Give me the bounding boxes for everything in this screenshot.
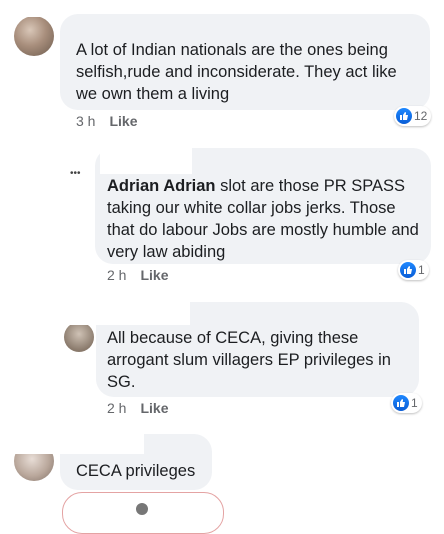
comment-text: All because of CECA, giving these arroga… <box>107 329 391 391</box>
next-comment-icon <box>136 503 148 515</box>
like-button[interactable]: Like <box>140 267 168 283</box>
reaction-count-value: 1 <box>411 396 418 410</box>
reaction-count[interactable]: 12 <box>394 106 432 126</box>
avatar-dots: ••• <box>70 168 81 179</box>
reaction-count-value: 12 <box>414 109 428 123</box>
comment-text: Adrian Adrian slot are those PR SPASS ta… <box>107 175 421 263</box>
avatar[interactable] <box>64 322 94 352</box>
redacted-name <box>14 0 54 17</box>
comment-author[interactable]: Adrian Adrian <box>107 177 215 195</box>
comment-meta: 2 h Like <box>107 267 168 283</box>
like-button[interactable]: Like <box>140 400 168 416</box>
comment-meta: 2 h Like <box>107 400 168 416</box>
redacted-name <box>60 302 190 325</box>
comment-time[interactable]: 2 h <box>107 267 126 283</box>
comment-time[interactable]: 3 h <box>76 113 95 129</box>
comment-meta: 3 h Like <box>76 113 137 129</box>
like-button[interactable]: Like <box>109 113 137 129</box>
comment-text: CECA privileges <box>76 462 196 480</box>
avatar[interactable] <box>14 16 54 56</box>
like-thumb-icon <box>396 108 412 124</box>
like-thumb-icon <box>393 395 409 411</box>
reaction-count[interactable]: 1 <box>391 393 422 413</box>
reaction-count[interactable]: 1 <box>398 260 429 280</box>
comment-time[interactable]: 2 h <box>107 400 126 416</box>
reaction-count-value: 1 <box>418 263 425 277</box>
comment-text: A lot of Indian nationals are the ones b… <box>76 41 397 103</box>
redacted-name <box>100 148 192 174</box>
like-thumb-icon <box>400 262 416 278</box>
redacted-name <box>14 434 144 454</box>
